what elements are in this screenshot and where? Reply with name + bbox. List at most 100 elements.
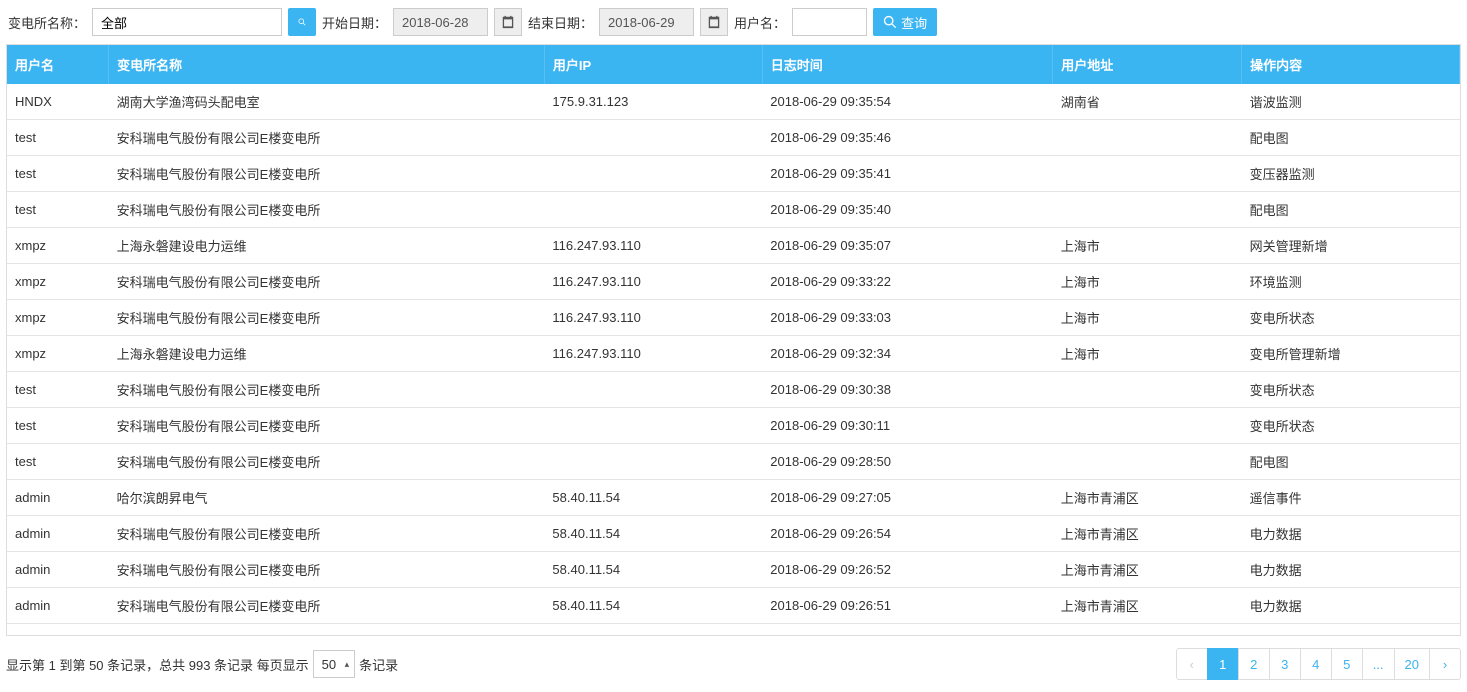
cell-user: HNDX	[7, 84, 109, 120]
page-4[interactable]: 4	[1300, 648, 1332, 680]
page-20[interactable]: 20	[1394, 648, 1430, 680]
cell-user: test	[7, 444, 109, 480]
page-next[interactable]: ›	[1429, 648, 1461, 680]
page-ellipsis[interactable]: ...	[1362, 648, 1395, 680]
cell-station: 湖南大学渔湾码头配电室	[109, 84, 545, 120]
col-ip[interactable]: 用户IP	[544, 45, 762, 84]
col-time[interactable]: 日志时间	[762, 45, 1053, 84]
cell-op: 电力数据	[1242, 516, 1460, 552]
search-icon	[883, 15, 897, 29]
cell-user: xmpz	[7, 228, 109, 264]
table-row[interactable]: test安科瑞电气股份有限公司E楼变电所2018-06-29 09:28:50配…	[7, 444, 1460, 480]
cell-user: admin	[7, 480, 109, 516]
table-row[interactable]: test安科瑞电气股份有限公司E楼变电所2018-06-29 09:30:11变…	[7, 408, 1460, 444]
cell-user: xmpz	[7, 300, 109, 336]
cell-ip: 58.40.11.54	[544, 588, 762, 624]
page-5[interactable]: 5	[1331, 648, 1363, 680]
station-input[interactable]	[92, 8, 282, 36]
cell-ip	[544, 372, 762, 408]
table-row[interactable]: test安科瑞电气股份有限公司E楼变电所2018-06-29 09:30:38变…	[7, 372, 1460, 408]
cell-ip	[544, 120, 762, 156]
table-row[interactable]: admin安科瑞电气股份有限公司E楼变电所58.40.11.542018-06-…	[7, 588, 1460, 624]
table-header-row: 用户名 变电所名称 用户IP 日志时间 用户地址 操作内容	[7, 45, 1460, 84]
cell-time: 2018-06-29 09:26:51	[762, 588, 1053, 624]
user-label: 用户名：	[734, 13, 786, 32]
cell-ip: 58.40.11.54	[544, 516, 762, 552]
cell-user: test	[7, 192, 109, 228]
cell-op: 变压器监测	[1242, 624, 1460, 636]
cell-time: 2018-06-29 09:26:54	[762, 516, 1053, 552]
cell-station: 上海永磐建设电力运维	[109, 228, 545, 264]
cell-station: 安科瑞电气股份有限公司E楼变电所	[109, 552, 545, 588]
cell-time: 2018-06-29 09:27:05	[762, 480, 1053, 516]
table-row[interactable]: test安科瑞电气股份有限公司E楼变电所2018-06-29 09:35:46配…	[7, 120, 1460, 156]
cell-ip: 116.247.93.110	[544, 264, 762, 300]
cell-time: 2018-06-29 09:35:40	[762, 192, 1053, 228]
cell-ip: 116.247.93.110	[544, 336, 762, 372]
cell-user: test	[7, 372, 109, 408]
cell-user: admin	[7, 624, 109, 636]
page-3[interactable]: 3	[1269, 648, 1301, 680]
cell-user: xmpz	[7, 264, 109, 300]
table-row[interactable]: test安科瑞电气股份有限公司E楼变电所2018-06-29 09:35:41变…	[7, 156, 1460, 192]
cell-op: 网关管理新增	[1242, 228, 1460, 264]
station-label: 变电所名称：	[8, 13, 86, 32]
table-row[interactable]: xmpz上海永磐建设电力运维116.247.93.1102018-06-29 0…	[7, 336, 1460, 372]
query-button-label: 查询	[901, 13, 927, 32]
query-button[interactable]: 查询	[873, 8, 937, 36]
end-date-input[interactable]	[599, 8, 694, 36]
cell-station: 安科瑞电气股份有限公司E楼变电所	[109, 444, 545, 480]
page-size-select[interactable]: 50	[313, 650, 355, 678]
page-prev[interactable]: ‹	[1176, 648, 1208, 680]
col-user[interactable]: 用户名	[7, 45, 109, 84]
col-station[interactable]: 变电所名称	[109, 45, 545, 84]
cell-ip: 58.40.11.54	[544, 552, 762, 588]
col-op[interactable]: 操作内容	[1242, 45, 1460, 84]
cell-op: 电力数据	[1242, 552, 1460, 588]
cell-station: 上海永磐建设电力运维	[109, 336, 545, 372]
search-station-button[interactable]	[288, 8, 316, 36]
end-date-cal-button[interactable]	[700, 8, 728, 36]
cell-user: admin	[7, 552, 109, 588]
table-scroll[interactable]: 用户名 变电所名称 用户IP 日志时间 用户地址 操作内容 HNDX湖南大学渔湾…	[7, 45, 1460, 635]
cell-user: test	[7, 408, 109, 444]
cell-ip: 116.247.93.110	[544, 300, 762, 336]
start-date-input[interactable]	[393, 8, 488, 36]
cell-station: 安科瑞电气股份有限公司E楼变电所	[109, 300, 545, 336]
cell-station: 安科瑞电气股份有限公司E楼变电所	[109, 156, 545, 192]
table-row[interactable]: admin安科瑞电气股份有限公司E楼变电所58.40.11.542018-06-…	[7, 516, 1460, 552]
cell-station: 安科瑞电气股份有限公司E楼变电所	[109, 120, 545, 156]
cell-time: 2018-06-29 09:33:22	[762, 264, 1053, 300]
cell-station: 安科瑞电气股份有限公司E楼变电所	[109, 516, 545, 552]
start-date-cal-button[interactable]	[494, 8, 522, 36]
table-row[interactable]: admin安科瑞电气股份有限公司E楼变电所58.40.11.542018-06-…	[7, 624, 1460, 636]
user-input[interactable]	[792, 8, 867, 36]
cell-station: 哈尔滨朗昇电气	[109, 480, 545, 516]
cell-time: 2018-06-29 09:28:50	[762, 444, 1053, 480]
table-row[interactable]: xmpz安科瑞电气股份有限公司E楼变电所116.247.93.1102018-0…	[7, 264, 1460, 300]
cell-user: test	[7, 156, 109, 192]
calendar-icon	[707, 15, 721, 29]
filter-bar: 变电所名称： 开始日期： 结束日期： 用户名： 查询	[0, 0, 1467, 44]
table-row[interactable]: xmpz安科瑞电气股份有限公司E楼变电所116.247.93.1102018-0…	[7, 300, 1460, 336]
table-row[interactable]: test安科瑞电气股份有限公司E楼变电所2018-06-29 09:35:40配…	[7, 192, 1460, 228]
cell-station: 安科瑞电气股份有限公司E楼变电所	[109, 588, 545, 624]
col-addr[interactable]: 用户地址	[1053, 45, 1242, 84]
cell-op: 变电所管理新增	[1242, 336, 1460, 372]
table-row[interactable]: HNDX湖南大学渔湾码头配电室175.9.31.1232018-06-29 09…	[7, 84, 1460, 120]
cell-op: 变电所状态	[1242, 372, 1460, 408]
table-row[interactable]: admin安科瑞电气股份有限公司E楼变电所58.40.11.542018-06-…	[7, 552, 1460, 588]
cell-op: 配电图	[1242, 120, 1460, 156]
cell-ip: 175.9.31.123	[544, 84, 762, 120]
table-row[interactable]: xmpz上海永磐建设电力运维116.247.93.1102018-06-29 0…	[7, 228, 1460, 264]
cell-station: 安科瑞电气股份有限公司E楼变电所	[109, 264, 545, 300]
cell-ip: 58.40.11.54	[544, 624, 762, 636]
cell-addr: 湖南省	[1053, 84, 1242, 120]
log-table-wrapper: 用户名 变电所名称 用户IP 日志时间 用户地址 操作内容 HNDX湖南大学渔湾…	[6, 44, 1461, 636]
table-row[interactable]: admin哈尔滨朗昇电气58.40.11.542018-06-29 09:27:…	[7, 480, 1460, 516]
cell-addr: 上海市青浦区	[1053, 480, 1242, 516]
cell-op: 环境监测	[1242, 264, 1460, 300]
page-1[interactable]: 1	[1207, 648, 1239, 680]
cell-time: 2018-06-29 09:30:38	[762, 372, 1053, 408]
page-2[interactable]: 2	[1238, 648, 1270, 680]
